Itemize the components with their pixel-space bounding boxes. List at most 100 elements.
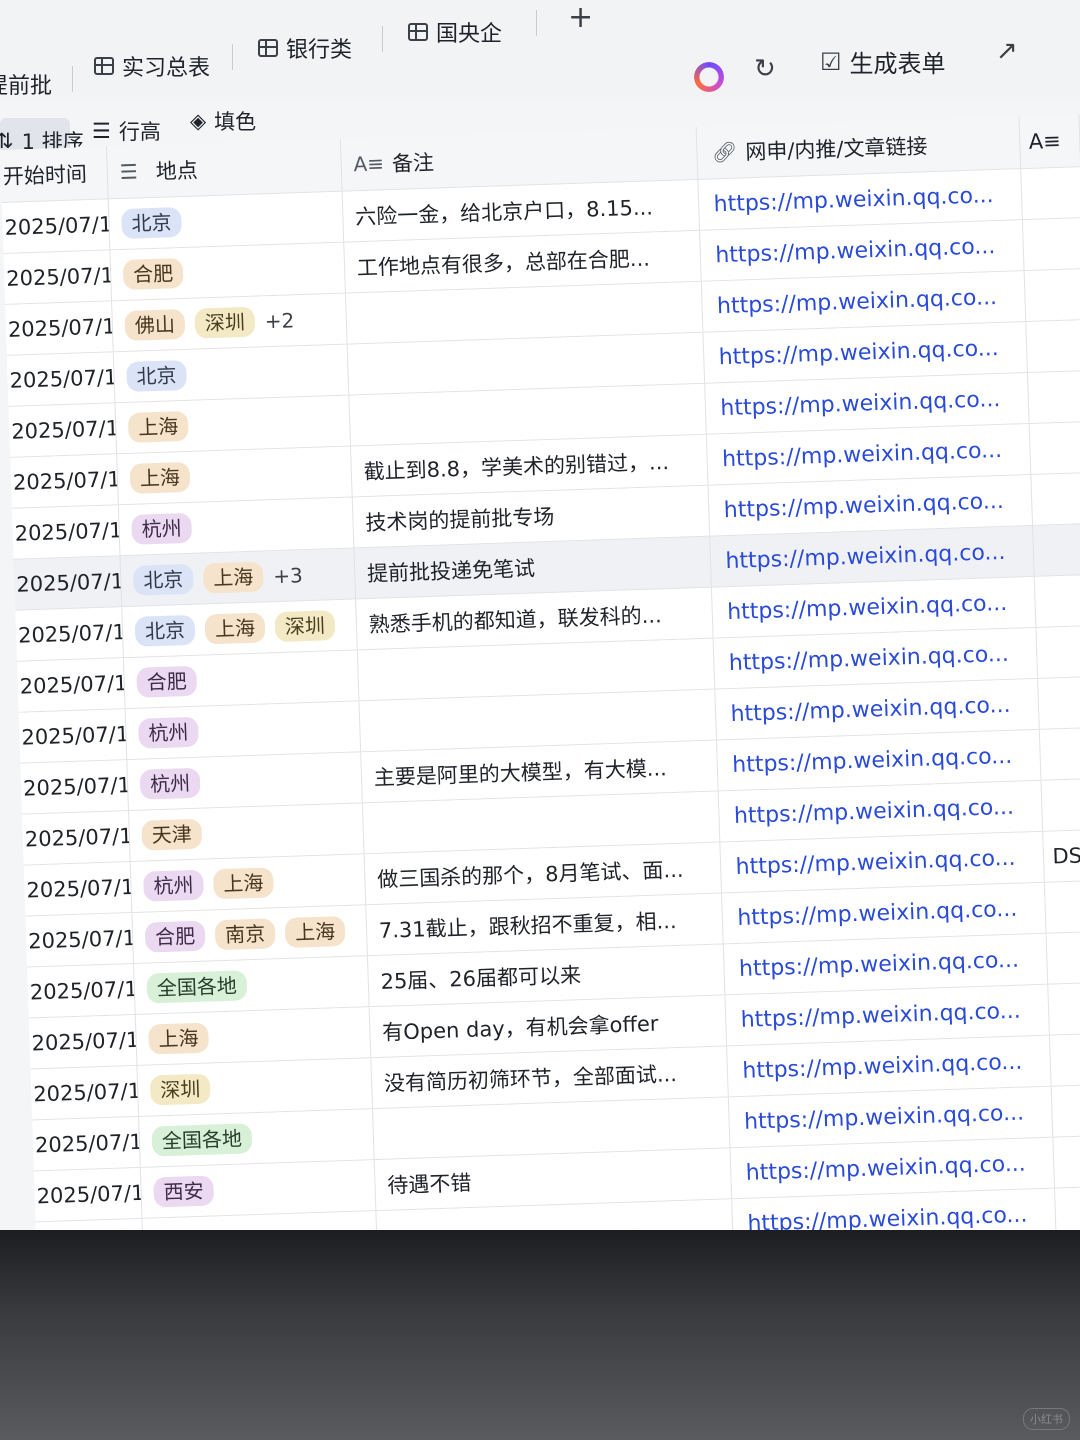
start-time-cell[interactable]: 2025/07/18 — [15, 607, 124, 661]
watermark: 小红书 — [1023, 1408, 1070, 1430]
history-icon[interactable]: ↻ — [754, 54, 776, 84]
tab-internship-table[interactable]: 实习总表 — [94, 50, 210, 82]
start-time-cell[interactable]: 2025/07/17 — [23, 862, 133, 916]
grid-view-icon — [94, 57, 114, 75]
tab-label: 提前批 — [0, 74, 53, 99]
fill-color-button[interactable]: ◈ 填色 — [190, 106, 256, 136]
location-tag: 合肥 — [136, 665, 198, 698]
location-tag: 上海 — [148, 1022, 210, 1055]
header-start-time[interactable]: 开始时间 — [0, 146, 109, 202]
extra-cell[interactable] — [1031, 472, 1080, 525]
extra-cell[interactable] — [1021, 167, 1080, 220]
extra-cell[interactable] — [1038, 676, 1080, 729]
location-tag: 上海 — [202, 561, 264, 594]
start-time-cell[interactable]: 2025/07/17 — [22, 811, 131, 865]
start-time-cell[interactable]: 2025/07/17 — [28, 1014, 138, 1069]
location-cell[interactable]: 全国各地 — [139, 1109, 375, 1167]
extra-cell[interactable] — [1040, 727, 1080, 780]
location-cell[interactable]: 杭州 — [118, 497, 355, 556]
location-cell[interactable]: 杭州 — [125, 701, 361, 760]
start-time-cell[interactable]: 2025/07/17 — [32, 1116, 141, 1171]
extra-cell[interactable] — [1036, 625, 1080, 678]
start-time-cell[interactable]: 2025/07/17 — [25, 913, 135, 967]
location-tag: 佛山 — [124, 308, 186, 341]
tab-early-batch[interactable]: 提前批 — [0, 68, 52, 100]
extra-cell[interactable] — [1025, 269, 1080, 322]
more-tags-count[interactable]: +3 — [273, 563, 303, 588]
location-cell[interactable]: 合肥 — [110, 242, 346, 301]
location-cell[interactable]: 北京 上海 +3 — [120, 548, 356, 607]
location-tag: 合肥 — [122, 258, 184, 290]
location-cell[interactable]: 北京 — [108, 191, 345, 250]
extra-cell[interactable] — [1052, 1084, 1080, 1137]
header-extra[interactable]: A≡ — [1019, 114, 1080, 169]
more-tags-count[interactable]: +2 — [264, 308, 294, 333]
location-cell[interactable]: 杭州 上海 — [130, 854, 367, 913]
row-height-button[interactable]: ☰ 行高 — [92, 116, 161, 146]
fill-label: 填色 — [214, 110, 257, 134]
extra-cell[interactable] — [1041, 778, 1080, 831]
start-time-cell[interactable]: 2025/07/17 — [33, 1167, 143, 1222]
start-time-cell[interactable]: 2025/07/18 — [5, 301, 114, 355]
start-time-cell[interactable]: 2025/07/18 — [6, 352, 116, 406]
location-cell[interactable]: 杭州 — [127, 752, 363, 811]
monitor-bezel — [0, 1230, 1080, 1440]
location-cell[interactable]: 合肥 南京 上海 — [132, 905, 368, 964]
start-time-cell[interactable]: 2025/07/17 — [27, 964, 136, 1018]
view-tab-bar: 提前批 实习总表 银行类 国央企 + ↻ — [0, 0, 1080, 100]
start-time-cell[interactable]: 2025/07/18 — [16, 658, 126, 712]
location-tag: 上海 — [129, 461, 191, 494]
extra-cell[interactable] — [1026, 320, 1080, 373]
start-time-cell[interactable]: 2025/07/18 — [8, 403, 118, 457]
location-tag: 北京 — [134, 614, 196, 647]
row-height-icon: ☰ — [92, 119, 111, 143]
extra-cell[interactable] — [1047, 931, 1080, 984]
start-time-cell[interactable]: 2025/07/18 — [20, 760, 129, 814]
start-time-cell[interactable]: 2025/07/18 — [1, 199, 111, 253]
start-time-cell[interactable]: 2025/07/18 — [10, 454, 119, 508]
extra-cell[interactable] — [1053, 1135, 1080, 1188]
location-tag: 杭州 — [142, 869, 204, 902]
ai-assistant-icon[interactable] — [694, 62, 724, 92]
location-cell[interactable]: 西安 — [140, 1160, 377, 1218]
location-cell[interactable]: 北京 上海 深圳 — [122, 599, 358, 658]
data-grid: 开始时间 ☰ 地点 A≡ 备注 🔗︎ 网申/内推/文章链接 A≡ 2025/07… — [0, 114, 1080, 1270]
extra-cell[interactable] — [1028, 371, 1080, 423]
header-location[interactable]: ☰ 地点 — [106, 138, 343, 199]
start-time-cell[interactable]: 2025/07/17 — [30, 1065, 140, 1120]
location-cell[interactable]: 天津 — [128, 803, 365, 862]
location-cell[interactable]: 北京 — [113, 344, 350, 403]
location-cell[interactable]: 上海 — [117, 446, 353, 505]
tab-state-owned[interactable]: 国央企 — [408, 16, 502, 48]
start-time-cell[interactable]: 2025/07/18 — [11, 505, 121, 559]
location-cell[interactable]: 上海 — [115, 395, 351, 454]
generate-form-button[interactable]: ☑ 生成表单 — [820, 44, 946, 79]
header-link[interactable]: 🔗︎ 网申/内推/文章链接 — [697, 116, 1022, 179]
extra-cell[interactable] — [1045, 880, 1080, 933]
share-icon[interactable]: ↗ — [996, 36, 1018, 66]
start-time-cell[interactable]: 2025/07/18 — [18, 709, 128, 763]
table-body: 2025/07/18 北京 六险一金，给北京户口，8.15... https://mp… — [1, 167, 1080, 1270]
multiselect-icon: ☰ — [119, 159, 139, 185]
location-cell[interactable]: 上海 — [135, 1007, 372, 1065]
location-tag: 北京 — [126, 359, 188, 392]
tab-divider — [536, 10, 537, 36]
tab-label: 实习总表 — [122, 56, 211, 81]
extra-cell[interactable] — [1023, 218, 1080, 271]
extra-cell[interactable]: DSP — [1043, 829, 1080, 882]
extra-cell[interactable] — [1048, 982, 1080, 1035]
paint-bucket-icon: ◈ — [190, 109, 207, 133]
location-cell[interactable]: 全国各地 — [134, 956, 370, 1014]
app-screen: 提前批 实习总表 银行类 国央企 + ↻ — [0, 0, 1080, 1270]
location-cell[interactable]: 合肥 — [123, 650, 360, 709]
tab-bank[interactable]: 银行类 — [258, 32, 352, 64]
extra-cell[interactable] — [1050, 1033, 1080, 1086]
extra-cell[interactable] — [1033, 523, 1080, 576]
start-time-cell[interactable]: 2025/07/18 — [3, 250, 113, 304]
add-view-button[interactable]: + — [568, 0, 593, 35]
extra-cell[interactable] — [1035, 574, 1080, 627]
location-cell[interactable]: 佛山 深圳 +2 — [112, 293, 348, 352]
start-time-cell[interactable]: 2025/07/18 — [13, 556, 123, 610]
location-cell[interactable]: 深圳 — [137, 1058, 373, 1116]
extra-cell[interactable] — [1030, 422, 1080, 474]
